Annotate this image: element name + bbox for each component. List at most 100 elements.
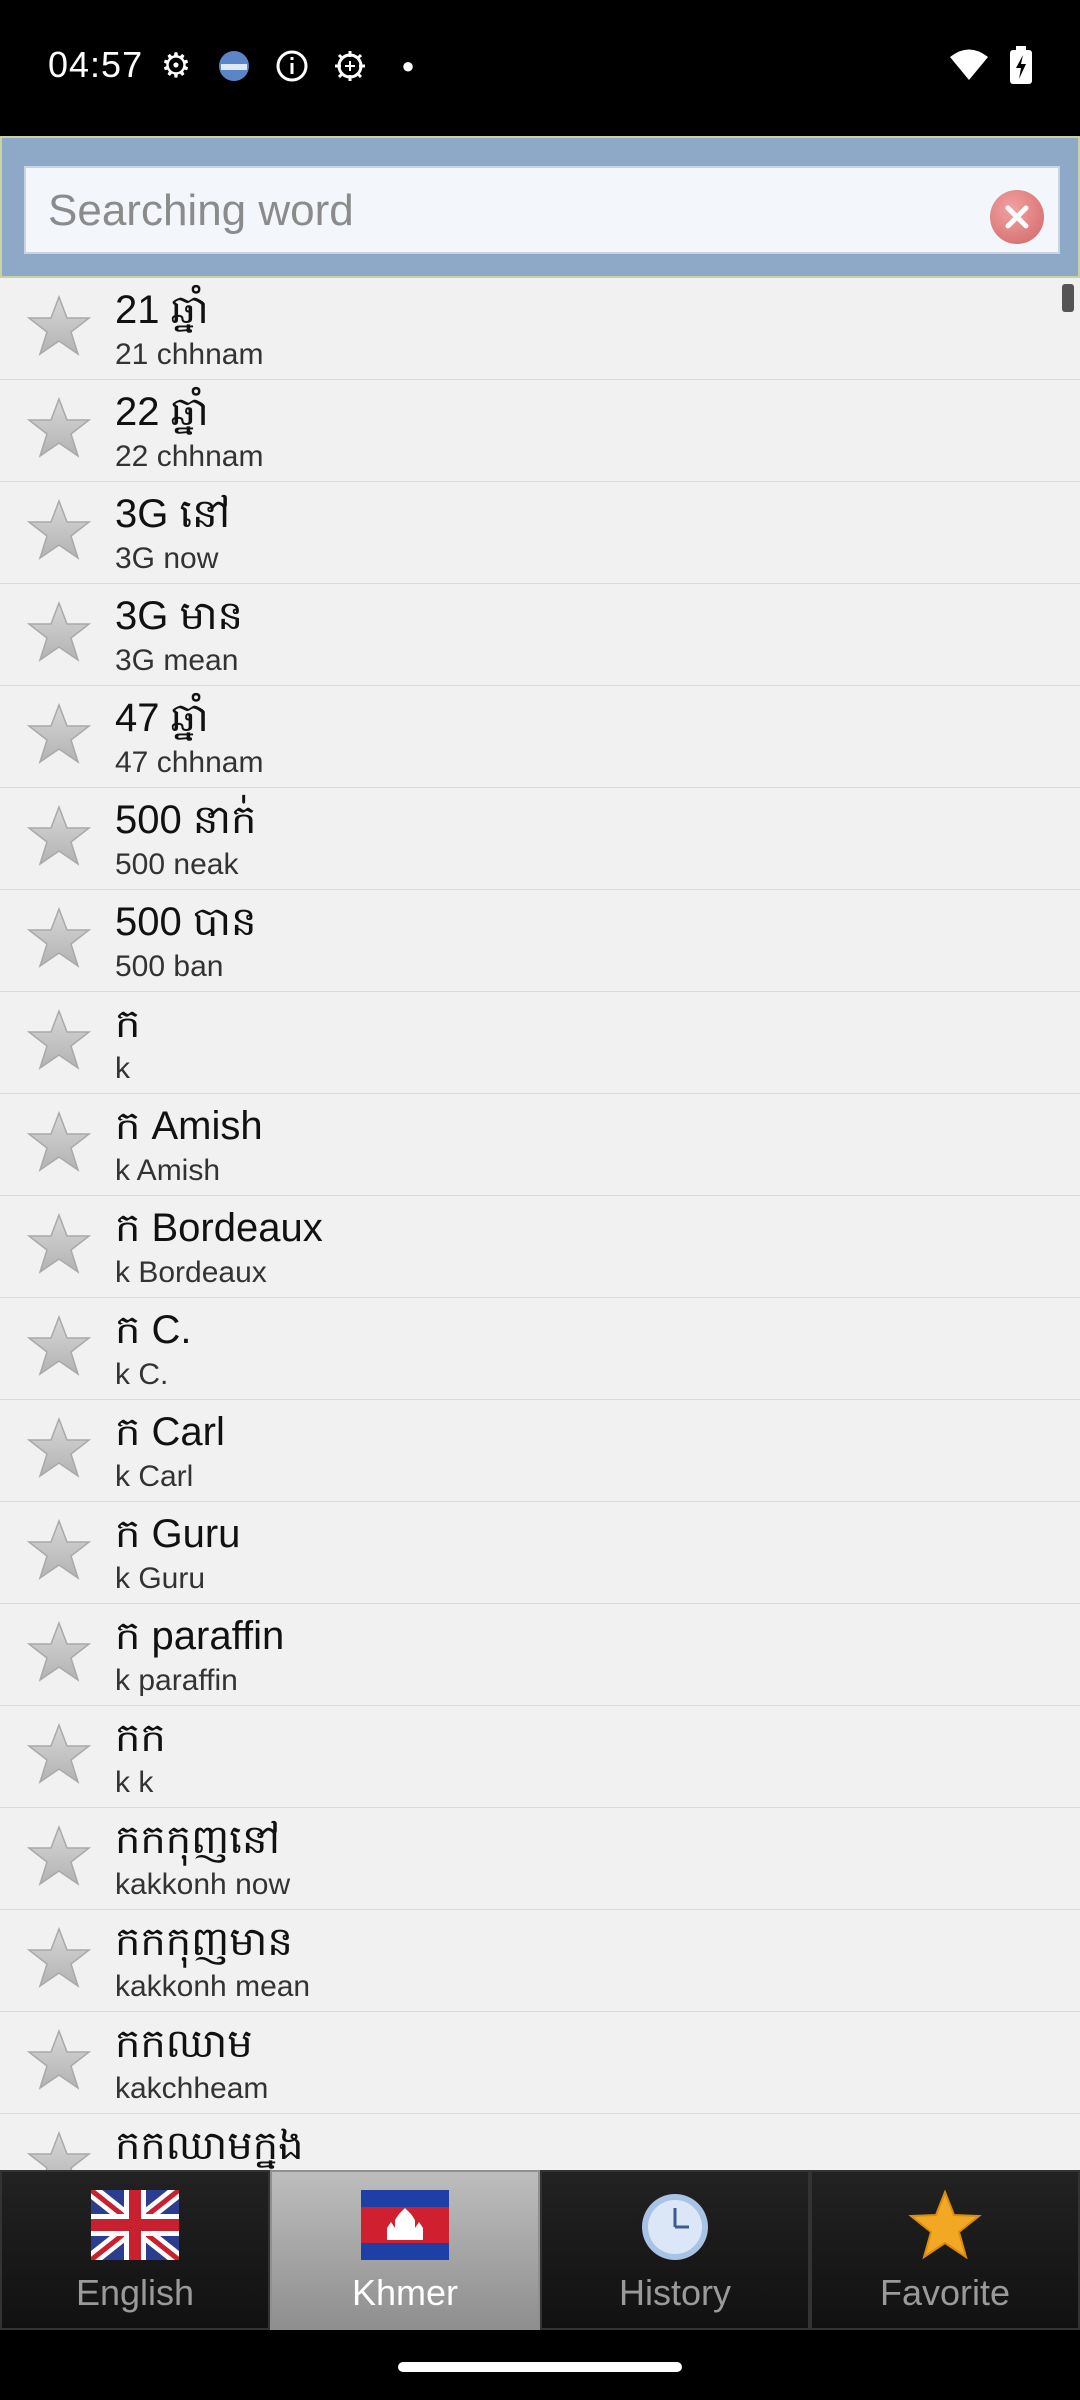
list-item[interactable]: 47 ឆ្នាំ 47 chhnam: [0, 686, 1080, 788]
list-item[interactable]: ក Bordeaux k Bordeaux: [0, 1196, 1080, 1298]
list-item[interactable]: 3G មាន 3G mean: [0, 584, 1080, 686]
scrollbar-thumb[interactable]: [1062, 284, 1074, 312]
list-item[interactable]: កk: [0, 992, 1080, 1094]
wifi-icon: [948, 48, 990, 87]
list-item[interactable]: កកឈាម kakchheam: [0, 2012, 1080, 2114]
close-icon: [1005, 205, 1029, 229]
entry-transliteration: k Guru: [115, 1562, 206, 1595]
status-time: 04:57: [48, 44, 144, 85]
tab-history-label: History: [618, 2272, 731, 2313]
entry-transliteration: 500 ban: [115, 950, 224, 983]
entry-word: 500 បាន: [115, 900, 257, 944]
favorite-star-icon[interactable]: [26, 1518, 92, 1584]
tab-favorite[interactable]: Favorite: [810, 2170, 1080, 2330]
list-item[interactable]: ក Guru k Guru: [0, 1502, 1080, 1604]
list-item[interactable]: 21 ឆ្នាំ 21 chhnam: [0, 278, 1080, 380]
list-item[interactable]: កកកុញនៅ kakkonh now: [0, 1808, 1080, 1910]
entry-word: 21 ឆ្នាំ: [115, 288, 209, 332]
list-item[interactable]: ក C. k C.: [0, 1298, 1080, 1400]
favorite-star-icon[interactable]: [26, 1008, 92, 1074]
favorite-star-icon[interactable]: [26, 1110, 92, 1176]
entry-transliteration: kakkonh mean: [115, 1970, 311, 2003]
entry-transliteration: 21 chhnam: [115, 338, 264, 371]
entry-word: កកកុញនៅ: [115, 1818, 281, 1862]
search-header: [0, 136, 1080, 278]
tab-english[interactable]: English: [0, 2170, 270, 2330]
entry-word: 22 ឆ្នាំ: [115, 390, 209, 434]
entry-transliteration: k: [115, 1052, 130, 1085]
entry-word: កកកុញមាន: [115, 1920, 293, 1964]
list-item[interactable]: 500 បាន 500 ban: [0, 890, 1080, 992]
entry-word: ក paraffin: [115, 1614, 285, 1658]
bottom-tab-bar: English Khmer History Favorite: [0, 2170, 1080, 2330]
favorite-star-icon[interactable]: [26, 702, 92, 768]
entry-word: កកឈាមក្នុង: [115, 2124, 304, 2168]
word-list[interactable]: 21 ឆ្នាំ 21 chhnam 22 ឆ្នាំ 22 chhnam 3G នៅ 3…: [0, 278, 1080, 2170]
entry-word: 3G នៅ: [115, 492, 231, 536]
entry-transliteration: 500 neak: [115, 848, 239, 881]
battery-charging-icon: [1010, 46, 1032, 89]
favorite-star-icon[interactable]: [26, 294, 92, 360]
favorite-star-icon[interactable]: [26, 2130, 92, 2170]
favorite-star-icon[interactable]: [26, 1722, 92, 1788]
favorite-star-icon[interactable]: [26, 1314, 92, 1380]
entry-transliteration: k Carl: [115, 1460, 194, 1493]
favorite-star-icon[interactable]: [26, 1212, 92, 1278]
entry-transliteration: k paraffin: [115, 1664, 238, 1697]
entry-transliteration: k C.: [115, 1358, 169, 1391]
list-item[interactable]: កកកុញមាន kakkonh mean: [0, 1910, 1080, 2012]
list-item[interactable]: កកឈាមក្នុង: [0, 2114, 1080, 2170]
uk-flag-icon: [91, 2190, 179, 2260]
clock-icon: [642, 2194, 708, 2260]
bug-gear-icon: [332, 48, 368, 84]
dot-icon: ●: [401, 53, 415, 78]
entry-word: កកឈាម: [115, 2022, 253, 2066]
entry-word: 3G មាន: [115, 594, 243, 638]
search-box: [24, 166, 1060, 254]
tab-english-label: English: [75, 2272, 195, 2313]
entry-transliteration: 47 chhnam: [115, 746, 264, 779]
entry-transliteration: k Bordeaux: [115, 1256, 267, 1289]
tab-favorite-label: Favorite: [879, 2272, 1011, 2313]
cambodia-flag-icon: [361, 2190, 449, 2260]
tab-khmer[interactable]: Khmer: [270, 2170, 540, 2330]
favorite-star-icon[interactable]: [26, 1824, 92, 1890]
status-bar: 04:57 ⚙ ●: [0, 0, 1080, 136]
tab-history[interactable]: History: [540, 2170, 810, 2330]
list-item[interactable]: ក Carl k Carl: [0, 1400, 1080, 1502]
clear-search-button[interactable]: [990, 190, 1044, 244]
status-notification-icons: ⚙ ●: [158, 47, 426, 85]
gesture-navigation-bar[interactable]: [398, 2362, 682, 2372]
entry-word: ក: [115, 1002, 141, 1046]
entry-transliteration: kakkonh now: [115, 1868, 291, 1901]
favorite-star-icon[interactable]: [26, 906, 92, 972]
list-item[interactable]: 22 ឆ្នាំ 22 chhnam: [0, 380, 1080, 482]
list-item[interactable]: 3G នៅ 3G now: [0, 482, 1080, 584]
entry-transliteration: k k: [115, 1766, 154, 1799]
list-item[interactable]: 500 នាក់ 500 neak: [0, 788, 1080, 890]
list-item[interactable]: ក paraffin k paraffin: [0, 1604, 1080, 1706]
status-system-icons: [948, 46, 1032, 89]
favorite-star-icon[interactable]: [26, 396, 92, 462]
entry-word: 47 ឆ្នាំ: [115, 696, 209, 740]
favorite-star-icon[interactable]: [26, 498, 92, 564]
entry-word: ក C.: [115, 1308, 192, 1352]
list-item[interactable]: កក k k: [0, 1706, 1080, 1808]
entry-word: កក: [115, 1716, 166, 1760]
search-input[interactable]: [46, 168, 990, 254]
entry-transliteration: 3G now: [115, 542, 219, 575]
entry-word: ក Bordeaux: [115, 1206, 323, 1250]
star-icon: [908, 2190, 982, 2260]
tab-khmer-label: Khmer: [351, 2272, 459, 2313]
globe-app-icon: [216, 48, 252, 84]
favorite-star-icon[interactable]: [26, 600, 92, 666]
entry-word: ក Guru: [115, 1512, 241, 1556]
favorite-star-icon[interactable]: [26, 804, 92, 870]
settings-gear-icon: ⚙: [160, 47, 192, 85]
list-item[interactable]: ក Amish k Amish: [0, 1094, 1080, 1196]
favorite-star-icon[interactable]: [26, 1416, 92, 1482]
entry-word: ក Carl: [115, 1410, 225, 1454]
favorite-star-icon[interactable]: [26, 1926, 92, 1992]
favorite-star-icon[interactable]: [26, 2028, 92, 2094]
favorite-star-icon[interactable]: [26, 1620, 92, 1686]
